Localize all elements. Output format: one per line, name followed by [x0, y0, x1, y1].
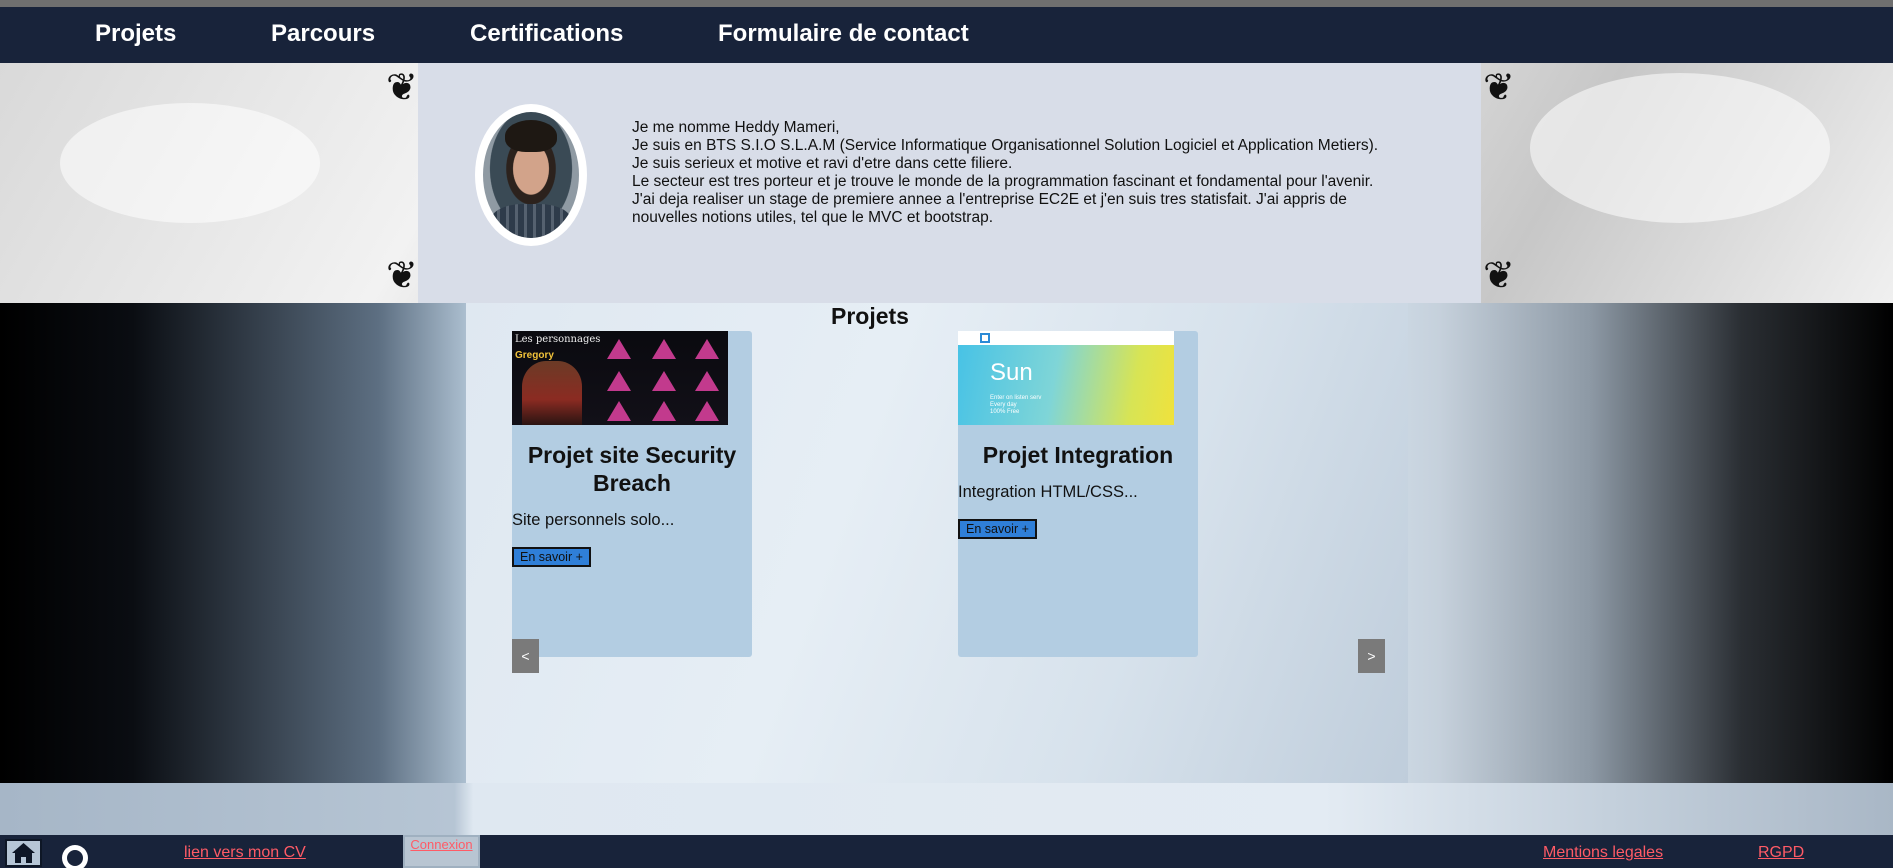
rgpd-link[interactable]: RGPD [1758, 844, 1804, 862]
footer: lien vers mon CV Connexion Mentions lega… [0, 835, 1893, 868]
ornament-top-left-icon: ❦ [386, 65, 418, 109]
carousel-next-button[interactable]: > [1358, 639, 1385, 673]
thumb-caption: Enter on listen serv Every day 100% Free [990, 395, 1042, 415]
nav-item-parcours[interactable]: Parcours [271, 20, 375, 48]
bio-text: Je me nomme Heddy Mameri, Je suis en BTS… [632, 119, 1412, 227]
nav-item-formulaire-contact[interactable]: Formulaire de contact [718, 20, 969, 48]
home-icon [12, 843, 35, 863]
nav-item-certifications[interactable]: Certifications [470, 20, 623, 48]
project-description: Integration HTML/CSS... [958, 483, 1138, 501]
bio-line: Le secteur est tres porteur et je trouve… [632, 173, 1374, 190]
profile-photo [483, 112, 579, 238]
ornament-bottom-left-icon: ❦ [386, 253, 418, 297]
project-title: Projet site Security Breach [527, 442, 737, 496]
projects-section-title: Projets [831, 303, 909, 329]
nav-item-projets[interactable]: Projets [95, 20, 176, 48]
bio-line: Je suis en BTS S.I.O S.L.A.M (Service In… [632, 137, 1379, 154]
login-button[interactable]: Connexion [403, 835, 480, 868]
top-border [0, 0, 1893, 7]
cv-link[interactable]: lien vers mon CV [184, 844, 306, 862]
project-thumbnail: Les personnages Gregory [512, 331, 728, 425]
bio-line: Je me nomme Heddy Mameri, [632, 119, 840, 136]
carousel-prev-button[interactable]: < [512, 639, 539, 673]
legal-mentions-link[interactable]: Mentions legales [1543, 844, 1663, 862]
bio-line: Je suis serieux et motive et ravi d'etre… [632, 155, 1013, 172]
thumb-caption: Les personnages [515, 334, 601, 345]
thumb-caption: Gregory [515, 350, 554, 361]
learn-more-button[interactable]: En savoir + [512, 547, 591, 567]
learn-more-button[interactable]: En savoir + [958, 519, 1037, 539]
home-button[interactable] [5, 839, 42, 867]
ornament-bottom-right-icon: ❦ [1483, 253, 1515, 297]
project-card-integration: Sun Enter on listen serv Every day 100% … [958, 331, 1198, 657]
logo-icon [980, 333, 990, 343]
project-card-security-breach: Les personnages Gregory Projet site Secu… [512, 331, 752, 657]
avatar [475, 104, 587, 246]
lower-background [0, 783, 1893, 835]
thumb-caption: Sun [990, 359, 1033, 386]
main-nav: Projets Parcours Certifications Formulai… [0, 7, 1893, 63]
project-description: Site personnels solo... [512, 511, 675, 529]
project-thumbnail: Sun Enter on listen serv Every day 100% … [958, 331, 1174, 425]
github-icon[interactable] [62, 845, 88, 868]
project-title: Projet Integration [982, 442, 1174, 468]
ornament-top-right-icon: ❦ [1483, 65, 1515, 109]
bio-line: J'ai deja realiser un stage de premiere … [632, 191, 1347, 226]
